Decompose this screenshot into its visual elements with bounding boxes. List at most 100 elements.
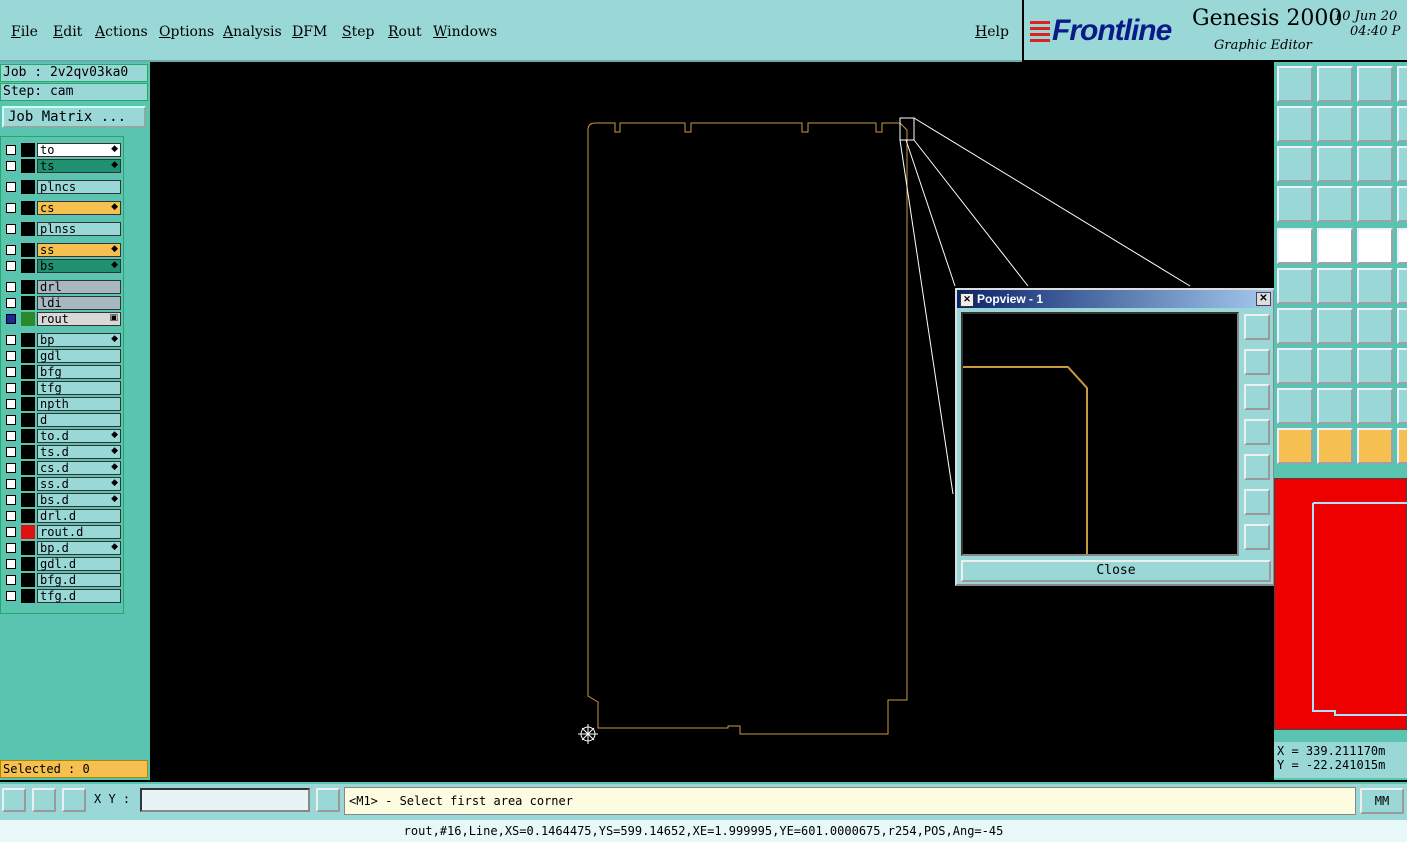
layer-row-bfg[interactable]: bfg <box>3 365 121 379</box>
layer-checkbox[interactable] <box>6 224 16 234</box>
layer-color-swatch[interactable] <box>21 445 35 459</box>
ruler-icon[interactable] <box>1357 228 1393 264</box>
zoom-extents-icon[interactable] <box>1277 146 1313 182</box>
layer-checkbox[interactable] <box>6 182 16 192</box>
layer-checkbox[interactable] <box>6 511 16 521</box>
edit-shape-icon[interactable] <box>1317 228 1353 264</box>
popview-window[interactable]: ✕ Popview - 1 ✕ Close <box>955 288 1275 586</box>
layer-color-swatch[interactable] <box>21 525 35 539</box>
attributes-icon[interactable] <box>1277 186 1313 222</box>
layer-color-swatch[interactable] <box>21 259 35 273</box>
layer-name[interactable]: bfg <box>37 365 121 379</box>
pointer-icon[interactable] <box>1277 428 1313 464</box>
snap-point-icon[interactable] <box>1317 186 1353 222</box>
layer-row-plncs[interactable]: plncs <box>3 180 121 194</box>
menu-dfm[interactable]: DFM <box>292 24 327 40</box>
layer-row-ldi[interactable]: ldi <box>3 296 121 310</box>
menu-actions[interactable]: Actions <box>95 24 148 40</box>
select-extra-icon[interactable] <box>1397 428 1407 464</box>
layer-color-swatch[interactable] <box>21 243 35 257</box>
select-icon[interactable] <box>1397 228 1407 264</box>
layer-color-swatch[interactable] <box>21 397 35 411</box>
menu-step[interactable]: Step <box>342 24 374 40</box>
window-menu-icon[interactable]: ✕ <box>960 293 974 307</box>
layer-row-npth[interactable]: npth <box>3 397 121 411</box>
pan-left-icon[interactable] <box>1244 419 1270 445</box>
menu-analysis[interactable]: Analysis <box>223 24 282 40</box>
layer-checkbox[interactable] <box>6 415 16 425</box>
layers-icon[interactable] <box>1357 186 1393 222</box>
polygon-icon[interactable] <box>1397 308 1407 344</box>
layer-color-swatch[interactable] <box>21 541 35 555</box>
fit-icon[interactable] <box>1357 348 1393 384</box>
zoom-out-icon[interactable] <box>1244 524 1270 550</box>
layer-row-ts[interactable]: ts ◆ <box>3 159 121 173</box>
layer-name[interactable]: cs <box>37 201 121 215</box>
menu-rout[interactable]: Rout <box>388 24 422 40</box>
popview-close-button[interactable]: Close <box>961 560 1271 582</box>
layer-row-tfg-d[interactable]: tfg.d <box>3 589 121 603</box>
layer-checkbox[interactable] <box>6 245 16 255</box>
connect-icon[interactable] <box>1277 268 1313 304</box>
layer-checkbox[interactable] <box>6 591 16 601</box>
layer-row-bp[interactable]: bp ◆ <box>3 333 121 347</box>
pan-right-icon[interactable] <box>1244 454 1270 480</box>
layer-color-swatch[interactable] <box>21 159 35 173</box>
pads-icon[interactable] <box>1277 348 1313 384</box>
layer-name[interactable]: ts <box>37 159 121 173</box>
layer-checkbox[interactable] <box>6 351 16 361</box>
overview-map[interactable] <box>1274 478 1407 730</box>
layer-checkbox[interactable] <box>6 261 16 271</box>
snap-icon[interactable] <box>2 788 26 812</box>
draw-line-icon[interactable] <box>1317 308 1353 344</box>
home-icon[interactable] <box>1357 66 1393 102</box>
layers2-icon[interactable] <box>1397 186 1407 222</box>
layer-row-d[interactable]: d <box>3 413 121 427</box>
layer-name[interactable]: ts.d <box>37 445 121 459</box>
layer-color-swatch[interactable] <box>21 461 35 475</box>
layer-row-to-d[interactable]: to.d ◆ <box>3 429 121 443</box>
zoom-window-icon[interactable] <box>1397 66 1407 102</box>
menu-options[interactable]: Options <box>159 24 214 40</box>
text-c-icon[interactable] <box>1357 388 1393 424</box>
layer-checkbox[interactable] <box>6 335 16 345</box>
save-icon[interactable] <box>1317 66 1353 102</box>
add-pad-icon[interactable] <box>1277 228 1313 264</box>
menu-help[interactable]: Help <box>975 24 1009 40</box>
layer-name[interactable]: drl.d <box>37 509 121 523</box>
layer-row-tfg[interactable]: tfg <box>3 381 121 395</box>
text-a-icon[interactable] <box>1277 388 1313 424</box>
move-icon[interactable] <box>1357 268 1393 304</box>
layer-name[interactable]: tfg.d <box>37 589 121 603</box>
layer-checkbox[interactable] <box>6 527 16 537</box>
menu-file[interactable]: File <box>11 24 38 40</box>
units-button[interactable]: MM <box>1360 788 1404 814</box>
layer-row-drl-d[interactable]: drl.d <box>3 509 121 523</box>
select-arrow-icon[interactable] <box>1317 428 1353 464</box>
layer-checkbox[interactable] <box>6 298 16 308</box>
add-line-icon[interactable] <box>1277 308 1313 344</box>
copy-icon[interactable] <box>1397 268 1407 304</box>
layer-row-bp-d[interactable]: bp.d ◆ <box>3 541 121 555</box>
layer-checkbox[interactable] <box>6 383 16 393</box>
layer-checkbox[interactable] <box>6 495 16 505</box>
layer-row-bs-d[interactable]: bs.d ◆ <box>3 493 121 507</box>
grid-icon[interactable] <box>62 788 86 812</box>
zoom-in-icon[interactable] <box>1244 489 1270 515</box>
layer-name[interactable]: ldi <box>37 296 121 310</box>
pan-right-icon[interactable] <box>1317 106 1353 142</box>
delete-icon[interactable] <box>1317 268 1353 304</box>
menu-windows[interactable]: Windows <box>433 24 497 40</box>
layer-name[interactable]: d <box>37 413 121 427</box>
alert-icon[interactable] <box>316 788 340 812</box>
layer-color-swatch[interactable] <box>21 296 35 310</box>
line-icon[interactable] <box>1317 348 1353 384</box>
layer-checkbox[interactable] <box>6 145 16 155</box>
redraw-icon[interactable] <box>1357 106 1393 142</box>
layer-color-swatch[interactable] <box>21 349 35 363</box>
zoom-fit-icon[interactable] <box>1244 314 1270 340</box>
text-d-icon[interactable] <box>1397 388 1407 424</box>
select-circle-icon[interactable] <box>1357 428 1393 464</box>
pan-up-icon[interactable] <box>1244 349 1270 375</box>
text-b-icon[interactable] <box>1317 388 1353 424</box>
